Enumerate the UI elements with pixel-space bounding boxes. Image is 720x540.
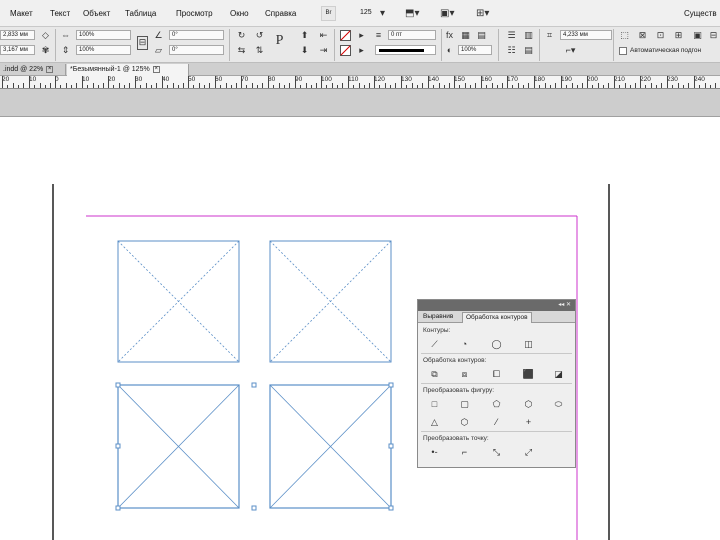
join-path-icon[interactable]: ⟋: [428, 338, 441, 350]
plain-point-icon[interactable]: •-: [428, 446, 441, 458]
panel-header[interactable]: ◂◂ ✕: [418, 300, 575, 311]
section-paths-label: Контуры:: [423, 327, 451, 334]
image-frame-selected[interactable]: [269, 384, 392, 509]
selection-handle[interactable]: [115, 443, 121, 449]
subtract-icon[interactable]: ⧈: [458, 368, 471, 380]
rounded-rectangle-icon[interactable]: ▢: [458, 398, 471, 410]
exclude-overlap-icon[interactable]: ⬛: [522, 368, 535, 380]
tab-align[interactable]: Выравнив: [420, 312, 456, 323]
triangle-icon[interactable]: △: [428, 416, 441, 428]
image-frame[interactable]: [269, 240, 392, 363]
close-path-icon[interactable]: ◯: [490, 338, 503, 350]
reverse-path-icon[interactable]: ◫: [522, 338, 535, 350]
section-convert-point-label: Преобразовать точку:: [423, 435, 489, 442]
selection-handle[interactable]: [388, 382, 394, 388]
document-canvas[interactable]: [0, 0, 720, 540]
section-convert-shape-label: Преобразовать фигуру:: [423, 387, 495, 394]
image-frame[interactable]: [117, 240, 240, 363]
image-frame-selected[interactable]: [117, 384, 240, 509]
polygon-icon[interactable]: ⬡: [458, 416, 471, 428]
divider: [421, 353, 572, 354]
panel-collapse-close-icon[interactable]: ◂◂ ✕: [558, 302, 571, 308]
divider: [421, 383, 572, 384]
smooth-point-icon[interactable]: ⤡: [490, 446, 503, 458]
selection-handle[interactable]: [115, 505, 121, 511]
selection-handle[interactable]: [251, 505, 257, 511]
section-pathfinder-label: Обработка контуров:: [423, 357, 487, 364]
symmetrical-point-icon[interactable]: ⤢: [522, 446, 535, 458]
rectangle-icon[interactable]: □: [428, 398, 441, 410]
divider: [421, 431, 572, 432]
inverse-rounded-rectangle-icon[interactable]: ⬡: [522, 398, 535, 410]
beveled-rectangle-icon[interactable]: ⬠: [490, 398, 503, 410]
intersect-icon[interactable]: ⧠: [490, 368, 503, 380]
line-icon[interactable]: ⁄: [490, 416, 503, 428]
selection-handle[interactable]: [388, 443, 394, 449]
pathfinder-panel[interactable]: ◂◂ ✕ Выравнив Обработка контуров Контуры…: [417, 299, 576, 468]
selection-handle[interactable]: [115, 382, 121, 388]
corner-point-icon[interactable]: ⌐: [458, 446, 471, 458]
panel-tabs: Выравнив Обработка контуров: [418, 311, 575, 323]
selection-handle[interactable]: [251, 382, 257, 388]
minus-back-icon[interactable]: ◪: [552, 368, 565, 380]
orthogonal-line-icon[interactable]: +: [522, 416, 535, 428]
selection-handle[interactable]: [388, 505, 394, 511]
open-path-icon[interactable]: ◔: [458, 338, 471, 350]
add-icon[interactable]: ⧉: [428, 368, 441, 380]
ellipse-icon[interactable]: ⬭: [552, 398, 565, 410]
tab-pathfinder[interactable]: Обработка контуров: [462, 312, 532, 323]
